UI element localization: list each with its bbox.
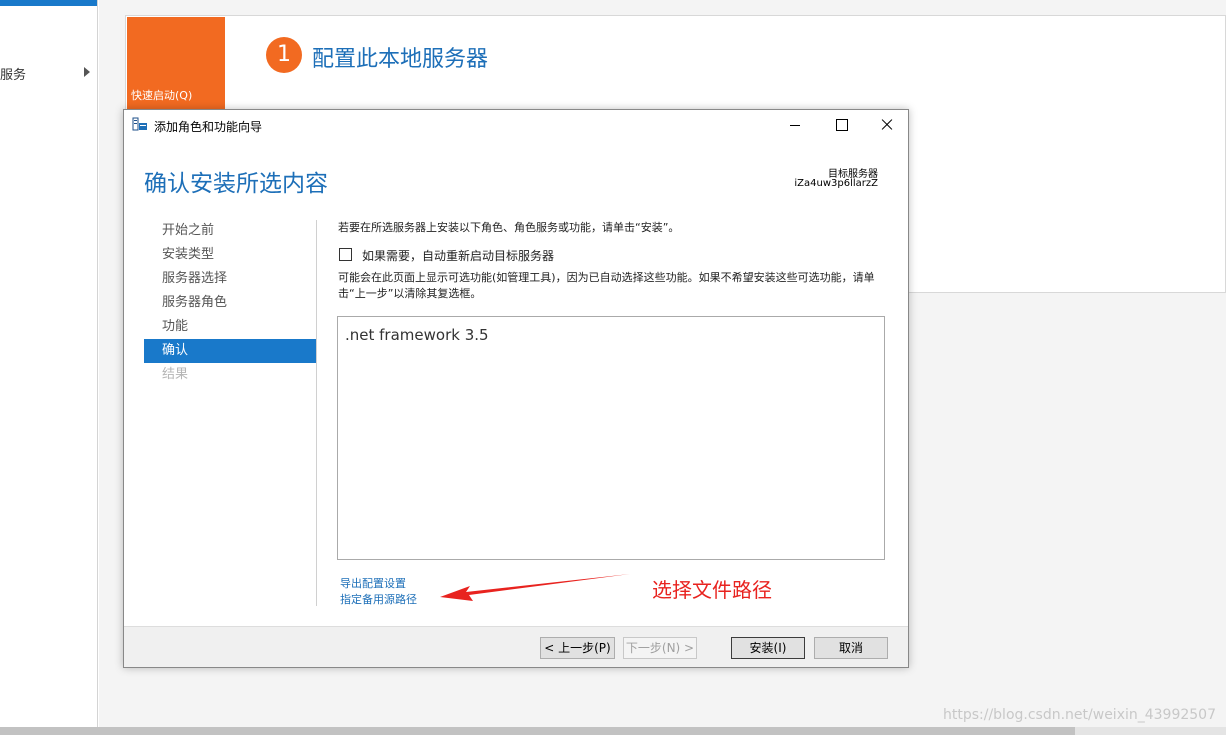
quickstart-label: 快速启动(Q) [131,89,193,102]
maximize-button[interactable] [818,110,864,140]
list-item: .net framework 3.5 [345,326,489,344]
configure-local-server-link[interactable]: 配置此本地服务器 [312,41,488,73]
cancel-button[interactable]: 取消 [814,637,888,659]
annotation-text: 选择文件路径 [652,578,772,602]
nav-before-you-begin[interactable]: 开始之前 [144,219,316,243]
step-number-badge: 1 [266,37,302,73]
minimize-button[interactable] [772,110,818,140]
destination-server-name: iZa4uw3p6llarzZ [794,178,878,189]
restart-checkbox-label[interactable]: 如果需要，自动重新启动目标服务器 [362,247,554,264]
nav-divider [316,220,317,606]
sidebar-item-services[interactable]: 服务 [0,64,26,83]
export-config-link[interactable]: 导出配置设置 [340,575,406,591]
wizard-steps-nav: 开始之前 安装类型 服务器选择 服务器角色 功能 确认 结果 [144,219,316,387]
intro-text: 若要在所选服务器上安装以下角色、角色服务或功能，请单击“安装”。 [338,221,680,234]
server-manager-icon [132,117,147,131]
chevron-right-icon[interactable] [84,67,90,77]
nav-server-roles[interactable]: 服务器角色 [144,291,316,315]
close-button[interactable] [864,110,910,140]
wizard-titlebar[interactable]: 添加角色和功能向导 [124,110,908,140]
selection-list[interactable]: .net framework 3.5 [337,316,885,560]
wizard-title: 添加角色和功能向导 [154,120,263,134]
install-button[interactable]: 安装(I) [731,637,805,659]
nav-confirmation[interactable]: 确认 [144,339,316,363]
quickstart-tile[interactable]: 快速启动(Q) [127,17,225,109]
page-title: 确认安装所选内容 [144,171,328,197]
previous-button[interactable]: < 上一步(P) [540,637,615,659]
scrollbar-thumb[interactable] [0,727,1075,735]
restart-checkbox[interactable] [339,248,352,261]
horizontal-scrollbar[interactable] [0,727,1226,735]
watermark: https://blog.csdn.net/weixin_43992507 [942,707,1216,723]
nav-features[interactable]: 功能 [144,315,316,339]
nav-installation-type[interactable]: 安装类型 [144,243,316,267]
alternate-source-path-link[interactable]: 指定备用源路径 [340,591,417,607]
wizard-footer: < 上一步(P) 下一步(N) > 安装(I) 取消 [124,626,908,667]
server-manager-sidebar: 服务 [0,0,98,727]
nav-results: 结果 [162,367,189,382]
sidebar-selection-strip [0,0,97,6]
annotation-arrow-icon [440,574,630,601]
next-button: 下一步(N) > [623,637,697,659]
nav-server-selection[interactable]: 服务器选择 [144,267,316,291]
optional-features-note: 可能会在此页面上显示可选功能(如管理工具)，因为已自动选择这些功能。如果不希望安… [338,271,875,300]
